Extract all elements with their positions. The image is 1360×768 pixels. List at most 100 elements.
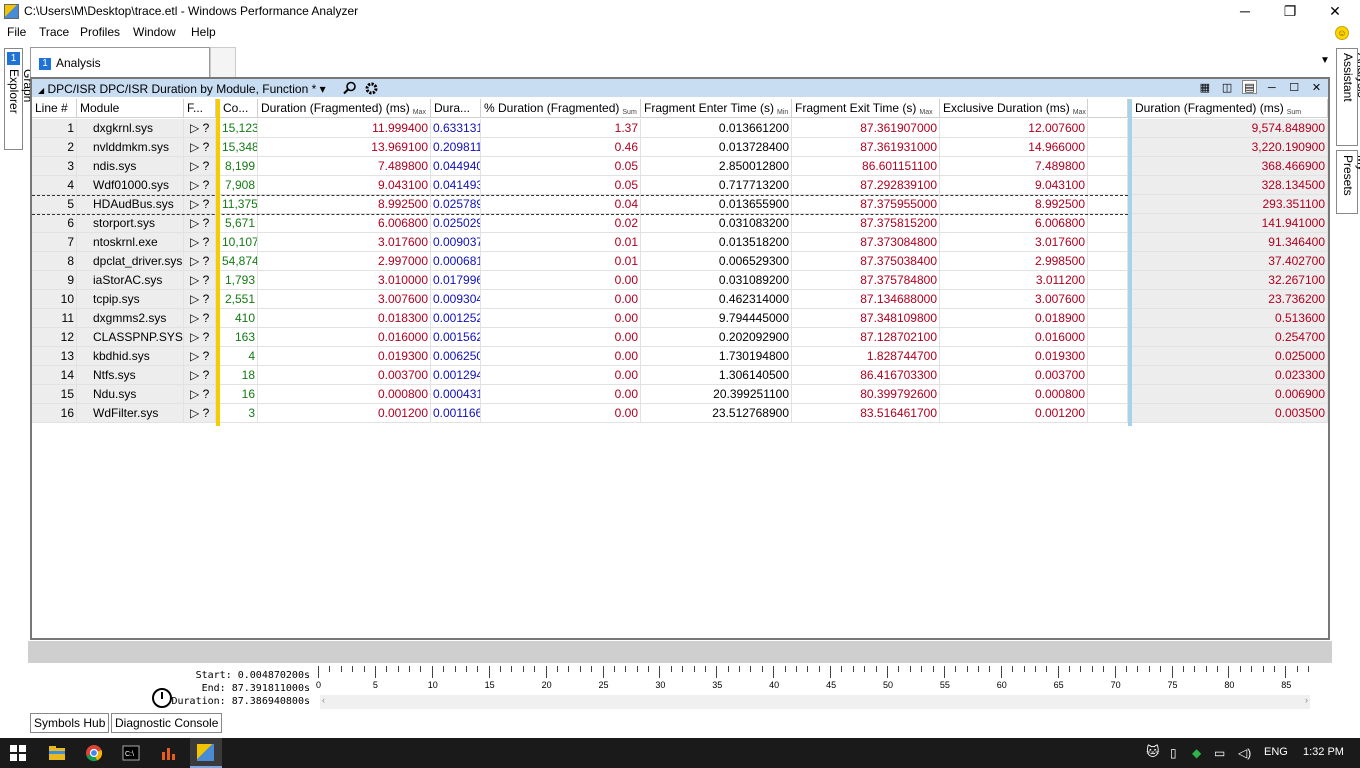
cell-exit-time: 86.416703300	[792, 366, 940, 385]
menu-file[interactable]: File	[7, 25, 26, 39]
table-row[interactable]: 3 ndis.sys ▷ ? 8,199 7.489800 0.044940 0.05 2.8…	[32, 157, 1328, 176]
cell-duration-max: 7.489800	[258, 157, 431, 176]
menu-window[interactable]: Window	[133, 25, 176, 39]
close-button[interactable]: ✕	[1312, 0, 1358, 22]
table-row[interactable]: 12 CLASSPNP.SYS ▷ ? 163 0.016000 0.001562 0.00…	[32, 328, 1328, 347]
file-explorer-icon[interactable]	[48, 744, 66, 762]
language-indicator[interactable]: ENG	[1264, 746, 1288, 758]
time-ruler[interactable]: 0 5 10 15 20 25 30 35 40 45 50 55 60 65 70 75 80 85	[316, 664, 1316, 694]
volume-icon[interactable]: ◁)	[1238, 746, 1251, 760]
table-row[interactable]: 15 Ndu.sys ▷ ? 16 0.000800 0.000431 0.00 20.399…	[32, 385, 1328, 404]
ruler-tick	[1205, 666, 1207, 672]
maximize-panel-icon[interactable]: ☐	[1287, 81, 1302, 95]
col-enter-time[interactable]: Fragment Enter Time (s) Min	[641, 99, 792, 118]
timeline-scrollbar[interactable]: ‹ ›	[320, 695, 1310, 709]
col-count[interactable]: Co...	[220, 99, 258, 118]
col-exit-time[interactable]: Fragment Exit Time (s) Max	[792, 99, 940, 118]
clock-time[interactable]: 1:32 PM	[1303, 746, 1344, 758]
clock-icon[interactable]	[152, 688, 172, 708]
ruler-tick	[898, 666, 900, 672]
cell-function: ▷ ?	[184, 195, 216, 214]
usb-icon[interactable]: ▯	[1170, 746, 1177, 760]
panel-title[interactable]: ◢ DPC/ISR DPC/ISR Duration by Module, Fu…	[38, 81, 379, 96]
tab-list-dropdown-icon[interactable]: ▼	[1320, 55, 1330, 66]
graph-table-icon[interactable]: ▦	[1197, 81, 1212, 95]
my-presets-tab[interactable]: My Presets	[1336, 150, 1360, 214]
time-info: Start: 0.004870200s End: 87.391811000s D…	[170, 670, 311, 709]
col-duration-avg[interactable]: Dura...	[431, 99, 481, 118]
cell-count: 410	[220, 309, 258, 328]
new-tab-area[interactable]	[210, 47, 236, 77]
ruler-tick	[1308, 666, 1310, 672]
chrome-icon[interactable]	[85, 744, 103, 762]
scroll-right-icon[interactable]: ›	[1305, 695, 1308, 705]
analysis-tab[interactable]: 1 Analysis	[30, 47, 210, 77]
menu-profiles[interactable]: Profiles	[80, 25, 120, 39]
symbols-hub-button[interactable]: Symbols Hub	[30, 713, 110, 733]
network-icon[interactable]: ▭	[1214, 746, 1225, 760]
table-row[interactable]: 16 WdFilter.sys ▷ ? 3 0.001200 0.001166 0.00 23…	[32, 404, 1328, 423]
col-pct-duration[interactable]: % Duration (Fragmented) Sum	[481, 99, 641, 118]
cell-enter-time: 0.462314000	[641, 290, 792, 309]
cell-exit-time: 87.361931000	[792, 138, 940, 157]
menu-help[interactable]: Help	[191, 25, 216, 39]
col-module[interactable]: Module	[77, 99, 184, 118]
preset-dropdown-icon[interactable]: ▾	[320, 82, 326, 96]
table-row[interactable]: 14 Ntfs.sys ▷ ? 18 0.003700 0.001294 0.00 1.306…	[32, 366, 1328, 385]
tray-cat-icon[interactable]: 🐱	[1146, 744, 1160, 760]
wpa-taskbar-button[interactable]	[190, 738, 222, 768]
defender-shield-icon[interactable]: ◆	[1192, 746, 1201, 760]
col-line[interactable]: Line #	[32, 99, 77, 118]
table-row[interactable]: 8 dpclat_driver.sys ▷ ? 54,874 2.997000 0.000…	[32, 252, 1328, 271]
pivot-separator-bar[interactable]	[216, 99, 220, 426]
table-row[interactable]: 9 iaStorAC.sys ▷ ? 1,793 3.010000 0.017996 0.0…	[32, 271, 1328, 290]
cell-enter-time: 0.717713200	[641, 176, 792, 195]
ruler-tick	[397, 666, 399, 672]
cell-function: ▷ ?	[184, 347, 216, 366]
perf-monitor-icon[interactable]	[160, 744, 178, 762]
col-function[interactable]: F...	[184, 99, 216, 118]
diagnostic-console-button[interactable]: Diagnostic Console	[111, 713, 223, 733]
cell-empty	[1088, 214, 1128, 233]
table-row[interactable]: 4 Wdf01000.sys ▷ ? 7,908 9.043100 0.041493 0.0…	[32, 176, 1328, 195]
table-row[interactable]: 6 storport.sys ▷ ? 5,671 6.006800 0.025029 0.0…	[32, 214, 1328, 233]
col-duration-sum[interactable]: Duration (Fragmented) (ms) Sum	[1132, 99, 1328, 118]
col-exclusive-duration[interactable]: Exclusive Duration (ms) Max	[940, 99, 1088, 118]
table-row[interactable]: 10 tcpip.sys ▷ ? 2,551 3.007600 0.009304 0.00 0…	[32, 290, 1328, 309]
table-row[interactable]: 7 ntoskrnl.exe ▷ ? 10,107 3.017600 0.009037 0.…	[32, 233, 1328, 252]
cell-duration-sum: 0.003500	[1132, 404, 1328, 423]
graph-only-icon[interactable]: ◫	[1220, 81, 1235, 95]
analysis-assistant-tab-label: Analysis Assistant	[1341, 53, 1360, 102]
gear-icon[interactable]	[364, 81, 379, 96]
minimize-button[interactable]: ─	[1222, 0, 1268, 22]
table-row[interactable]: 2 nvlddmkm.sys ▷ ? 15,348 13.969100 0.209811 0…	[32, 138, 1328, 157]
menu-trace[interactable]: Trace	[39, 25, 69, 39]
cell-duration-avg: 0.025789	[431, 195, 481, 214]
windows-start-icon[interactable]	[9, 744, 27, 762]
cmd-icon[interactable]: C:\	[122, 744, 140, 762]
cell-function: ▷ ?	[184, 404, 216, 423]
collapse-icon[interactable]: ◢	[38, 86, 44, 95]
table-row[interactable]: 5 HDAudBus.sys ▷ ? 11,375 8.992500 0.025789 0.…	[32, 195, 1328, 214]
col-empty[interactable]	[1088, 99, 1128, 118]
graph-explorer-tab[interactable]: 1 Graph Explorer	[4, 48, 35, 150]
graph-separator-bar[interactable]	[1128, 99, 1132, 426]
ruler-tick	[1069, 666, 1071, 672]
table-row[interactable]: 13 kbdhid.sys ▷ ? 4 0.019300 0.006250 0.00 1.73…	[32, 347, 1328, 366]
cell-duration-sum: 0.023300	[1132, 366, 1328, 385]
cell-enter-time: 0.202092900	[641, 328, 792, 347]
ruler-tick	[1091, 666, 1093, 672]
search-icon[interactable]	[343, 81, 357, 95]
minimize-panel-icon[interactable]: ─	[1264, 81, 1279, 95]
scroll-left-icon[interactable]: ‹	[322, 695, 325, 705]
table-row[interactable]: 11 dxgmms2.sys ▷ ? 410 0.018300 0.001252 0.00 9…	[32, 309, 1328, 328]
svg-text:C:\: C:\	[125, 751, 134, 758]
maximize-button[interactable]: ❐	[1267, 0, 1313, 22]
ruler-tick	[1046, 666, 1048, 672]
analysis-assistant-tab[interactable]: Analysis Assistant	[1336, 48, 1360, 146]
table-only-icon[interactable]: ▤	[1241, 80, 1257, 94]
ruler-tick-label: 60	[996, 680, 1007, 690]
table-row[interactable]: 1 dxgkrnl.sys ▷ ? 15,123 11.999400 0.633131 1.…	[32, 119, 1328, 138]
close-panel-icon[interactable]: ✕	[1309, 81, 1324, 95]
col-duration-max[interactable]: Duration (Fragmented) (ms) Max	[258, 99, 431, 118]
